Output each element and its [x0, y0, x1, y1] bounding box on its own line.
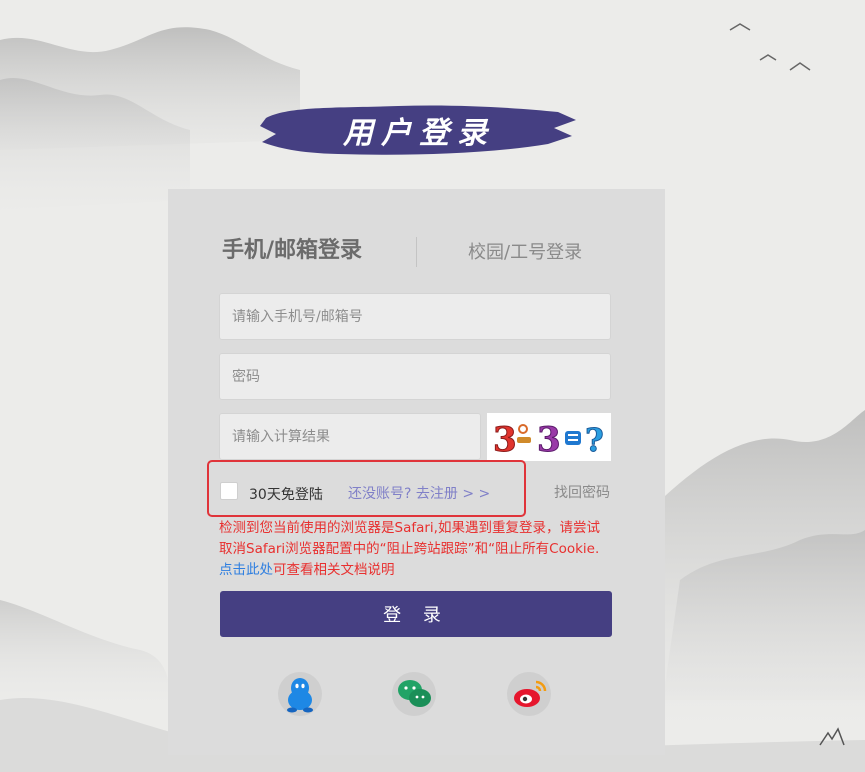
login-button[interactable]: 登 录: [220, 591, 612, 637]
wechat-bubbles-icon: [392, 672, 436, 716]
weibo-login-button[interactable]: [503, 666, 555, 718]
weibo-icon: [507, 672, 551, 716]
captcha-image[interactable]: 3 3 ?: [487, 413, 611, 461]
wechat-login-button[interactable]: [388, 666, 440, 718]
warning-text-end: 可查看相关文档说明: [273, 562, 395, 578]
captcha-expression-icon: 3 3 ?: [493, 420, 605, 461]
qq-login-button[interactable]: [274, 666, 326, 718]
tab-divider: [416, 237, 417, 267]
warning-text: 检测到您当前使用的浏览器是Safari,如果遇到重复登录，请尝试取消Safari…: [219, 520, 600, 557]
svg-text:?: ?: [585, 421, 604, 459]
captcha-input[interactable]: [219, 413, 481, 460]
account-input[interactable]: [219, 293, 611, 340]
svg-text:3: 3: [537, 420, 561, 460]
tab-phone-email-login[interactable]: 手机/邮箱登录: [222, 232, 362, 264]
title-banner: 用户登录: [258, 98, 580, 162]
tab-campus-id-login[interactable]: 校园/工号登录: [468, 238, 582, 264]
remember-me-checkbox[interactable]: [220, 482, 238, 500]
warning-doc-link[interactable]: 点击此处: [219, 562, 273, 578]
forgot-password-link[interactable]: 找回密码: [554, 482, 610, 502]
password-input[interactable]: [219, 353, 611, 400]
safari-warning-message: 检测到您当前使用的浏览器是Safari,如果遇到重复登录，请尝试取消Safari…: [219, 518, 611, 581]
svg-text:3: 3: [493, 420, 517, 460]
remember-me-label: 30天免登陆: [249, 487, 323, 503]
page-title: 用户登录: [343, 116, 495, 151]
register-link[interactable]: 还没账号? 去注册 > >: [348, 483, 490, 503]
qq-penguin-icon: [278, 672, 322, 716]
